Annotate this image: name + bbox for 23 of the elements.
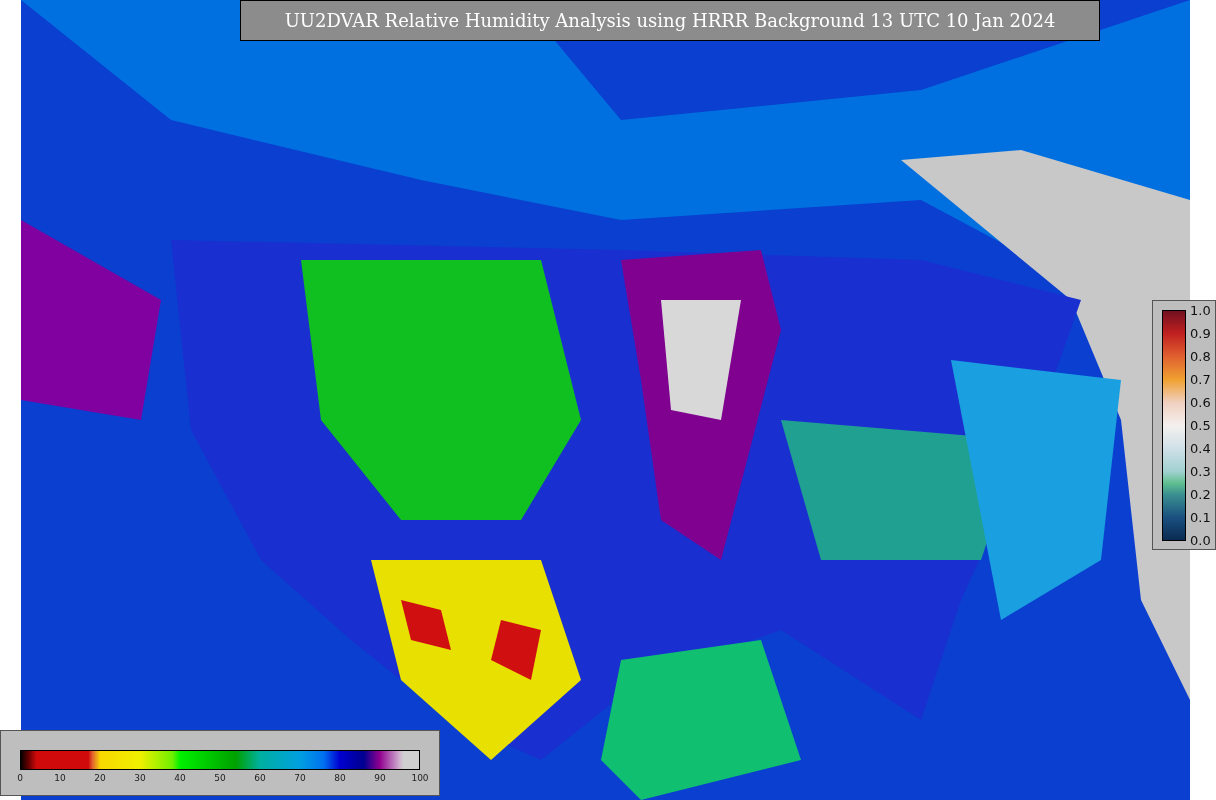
colorbar-tick-label: 70	[294, 774, 306, 783]
colorbar-tick-label: 0.2	[1190, 487, 1211, 501]
colorbar-tick-label: 1.0	[1190, 303, 1211, 317]
colorbar-tick-label: 20	[94, 774, 106, 783]
colorbar-tick-label: 60	[254, 774, 266, 783]
colorbar-tick-label: 0.3	[1190, 464, 1211, 478]
colorbar-tick-label: 0.0	[1190, 533, 1211, 547]
colorbar-tick-label: 50	[214, 774, 226, 783]
colorbar-tick-label: 0.9	[1190, 326, 1211, 340]
colorbar-tick-label: 30	[134, 774, 146, 783]
colorbar-tick-label: 100	[411, 774, 429, 783]
map-title: UU2DVAR Relative Humidity Analysis using HRRR Background 13 UTC 10 Jan 2024	[240, 0, 1100, 41]
colorbar-tick-label: 80	[334, 774, 346, 783]
colorbar-tick-label: 10	[54, 774, 66, 783]
colorbar-tick-label: 0.8	[1190, 349, 1211, 363]
colorbar-tick-label: 0	[17, 774, 23, 783]
colorbar-tick-label: 0.1	[1190, 510, 1211, 524]
colorbar-tick-label: 0.6	[1190, 395, 1211, 409]
colorbar-tick-label: 90	[374, 774, 386, 783]
colorbar-tick-label: 0.4	[1190, 441, 1211, 455]
colorbar-tick-label: 0.5	[1190, 418, 1211, 432]
colorbar-tick-label: 40	[174, 774, 186, 783]
colorbar-tick-label: 0.7	[1190, 372, 1211, 386]
